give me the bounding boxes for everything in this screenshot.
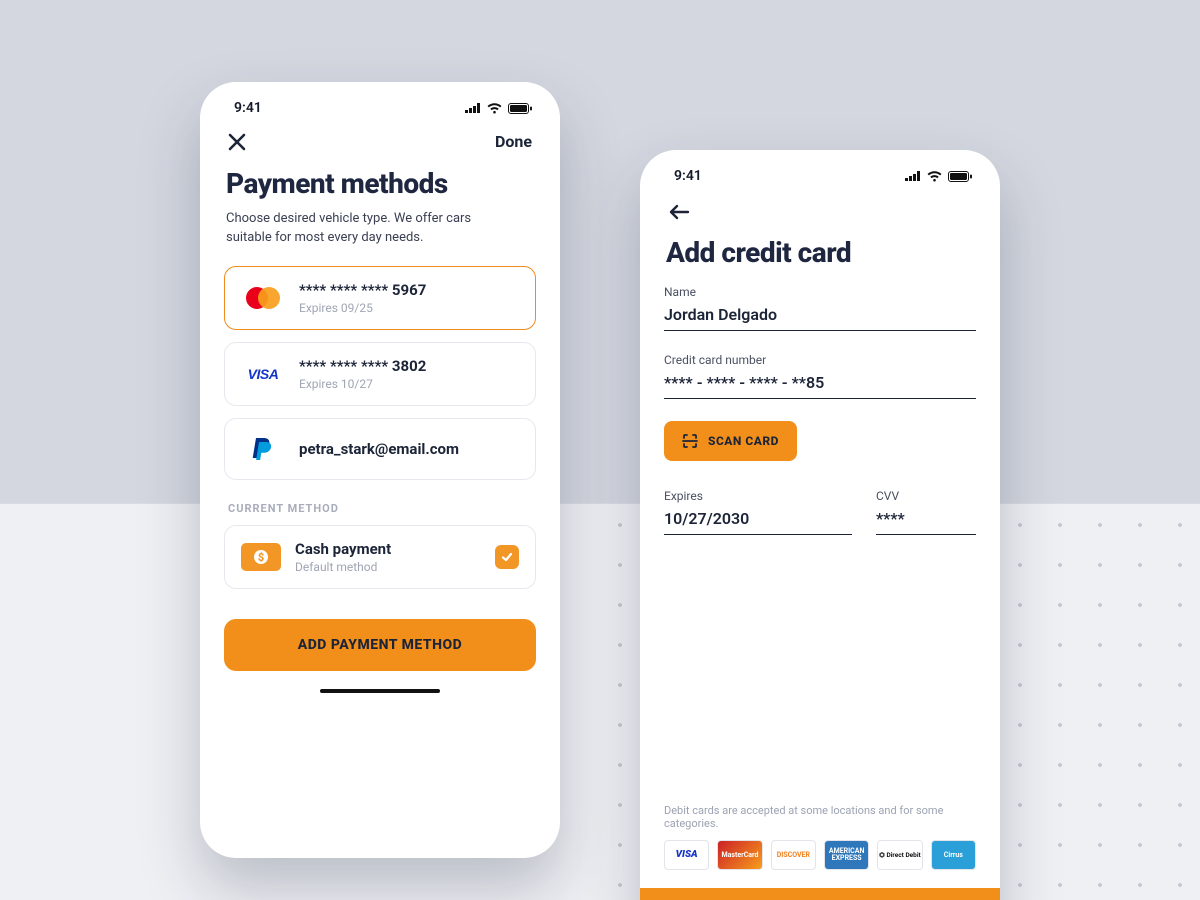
scan-icon <box>682 433 698 449</box>
page-title: Add credit card <box>666 236 976 269</box>
card-number: **** **** **** 3802 <box>299 357 426 375</box>
status-icons <box>465 103 532 114</box>
brand-cirrus: Cirrus <box>931 840 976 870</box>
card-expiry: Expires 10/27 <box>299 377 426 391</box>
status-icons <box>905 171 972 182</box>
expires-label: Expires <box>664 489 852 503</box>
paypal-email: petra_stark@email.com <box>299 440 459 458</box>
name-field[interactable]: Name Jordan Delgado <box>664 285 976 331</box>
page-subtitle: Choose desired vehicle type. We offer ca… <box>226 210 516 248</box>
add-credit-card-screen: 9:41 Add credit card Name Jordan Delgado… <box>640 150 1000 900</box>
payment-card-mastercard[interactable]: **** **** **** 5967 Expires 09/25 <box>224 266 536 330</box>
brand-discover: DISCOVER <box>771 840 816 870</box>
done-button[interactable]: Done <box>495 132 532 151</box>
accepted-brands: VISA MasterCard DISCOVER AMERICAN EXPRES… <box>664 840 976 870</box>
check-icon <box>495 545 519 569</box>
status-time: 9:41 <box>234 100 262 116</box>
cvv-label: CVV <box>876 489 976 503</box>
brand-mastercard: MasterCard <box>717 840 762 870</box>
brand-amex: AMERICAN EXPRESS <box>824 840 869 870</box>
close-icon[interactable] <box>228 133 246 151</box>
cvv-field[interactable]: CVV **** <box>876 489 976 535</box>
page-title: Payment methods <box>226 167 536 200</box>
visa-icon: VISA <box>241 358 285 390</box>
wifi-icon <box>487 103 502 114</box>
current-method-label: CURRENT METHOD <box>228 502 536 515</box>
card-expiry: Expires 09/25 <box>299 301 426 315</box>
add-payment-method-button[interactable]: ADD PAYMENT METHOD <box>224 619 536 671</box>
status-time: 9:41 <box>674 168 702 184</box>
expires-value: 10/27/2030 <box>664 509 852 535</box>
payment-card-visa[interactable]: VISA **** **** **** 3802 Expires 10/27 <box>224 342 536 406</box>
back-arrow-icon[interactable] <box>668 204 690 220</box>
status-bar: 9:41 <box>640 150 1000 190</box>
cash-subtitle: Default method <box>295 560 391 574</box>
card-number-field[interactable]: Credit card number **** - **** - **** - … <box>664 353 976 399</box>
scan-card-label: SCAN CARD <box>708 434 779 448</box>
brand-direct-debit: ⏣ Direct Debit <box>877 840 922 870</box>
signal-icon <box>905 171 921 181</box>
cash-icon: $ <box>241 543 281 571</box>
name-value: Jordan Delgado <box>664 305 976 331</box>
payment-card-paypal[interactable]: petra_stark@email.com <box>224 418 536 480</box>
expires-field[interactable]: Expires 10/27/2030 <box>664 489 852 535</box>
payment-methods-screen: 9:41 Done Payment methods Choose desired… <box>200 82 560 858</box>
home-indicator <box>320 689 440 693</box>
signal-icon <box>465 103 481 113</box>
cc-label: Credit card number <box>664 353 976 367</box>
cash-title: Cash payment <box>295 540 391 558</box>
brand-visa: VISA <box>664 840 709 870</box>
status-bar: 9:41 <box>200 82 560 122</box>
battery-icon <box>948 171 972 182</box>
cvv-value: **** <box>876 509 976 535</box>
battery-icon <box>508 103 532 114</box>
svg-text:$: $ <box>258 551 264 564</box>
paypal-icon <box>241 433 285 465</box>
payment-card-cash[interactable]: $ Cash payment Default method <box>224 525 536 589</box>
wifi-icon <box>927 171 942 182</box>
debit-note: Debit cards are accepted at some locatio… <box>664 804 976 830</box>
save-button[interactable]: SAVE <box>640 888 1000 900</box>
card-number: **** **** **** 5967 <box>299 281 426 299</box>
name-label: Name <box>664 285 976 299</box>
scan-card-button[interactable]: SCAN CARD <box>664 421 797 461</box>
cc-value: **** - **** - **** - **85 <box>664 373 976 399</box>
mastercard-icon <box>241 282 285 314</box>
